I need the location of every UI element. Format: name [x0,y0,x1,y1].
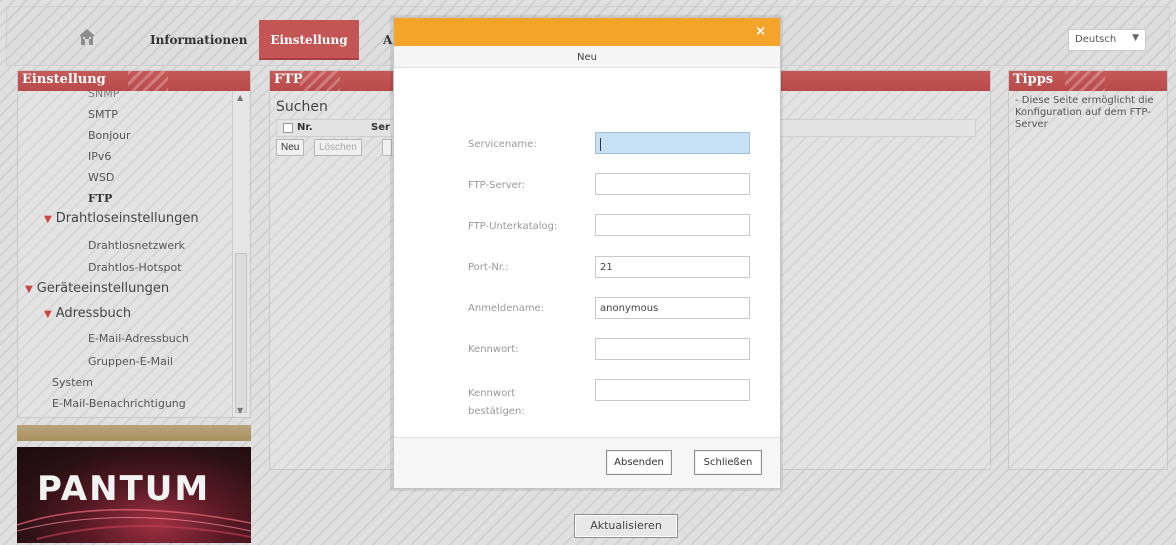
nav-tab-informationen[interactable]: Informationen [150,33,248,47]
decorative-bar [17,425,251,441]
ftp-subdirectory-input[interactable] [595,214,750,236]
tree-item-drahtloseinstellungen[interactable]: ▼ Drahtloseinstellungen [44,211,199,226]
settings-tree: SNMP SMTP Bonjour IPv6 WSD FTP ▼ Drahtlos… [18,91,232,417]
login-name-label: Anmeldename: [468,303,545,314]
chevron-down-icon: ▼ [1132,33,1139,43]
tree-item-ftp[interactable]: FTP [88,192,112,205]
submit-button[interactable]: Absenden [606,450,672,475]
nav-tab-einstellung[interactable]: Einstellung [259,20,359,60]
tree-item-drahtlos-hotspot[interactable]: Drahtlos-Hotspot [88,261,182,274]
confirm-password-label: Kennwort bestätigen: [468,388,525,417]
ftp-subdirectory-label: FTP-Unterkatalog: [468,221,558,232]
tree-item-system[interactable]: System [52,376,93,389]
tree-item-label: Drahtloseinstellungen [55,211,199,226]
ftp-server-input[interactable] [595,173,750,195]
tree-item-smtp[interactable]: SMTP [88,108,118,121]
header-stripe [300,71,340,91]
tree-item-ipv6[interactable]: IPv6 [88,150,111,163]
scroll-thumb[interactable] [235,253,247,413]
close-button[interactable]: Schließen [694,450,762,475]
tree-item-bonjour[interactable]: Bonjour [88,129,131,142]
column-header-service: Ser [371,122,390,133]
login-name-input[interactable]: anonymous [595,297,750,319]
dialog-footer: Absenden Schließen [394,437,780,488]
port-input[interactable]: 21 [595,256,750,278]
tree-item-wsd[interactable]: WSD [88,171,114,184]
header-stripe [1065,71,1105,91]
language-select[interactable]: Deutsch ▼ [1068,29,1146,51]
confirm-password-input[interactable] [595,379,750,401]
tree-item-label: Geräteeinstellungen [36,281,170,296]
servicename-input[interactable] [595,132,750,154]
servicename-label: Servicename: [468,139,537,150]
tree-item-geraeteeinstellungen[interactable]: ▼ Geräteeinstellungen [25,281,169,296]
language-value: Deutsch [1075,34,1117,45]
ftp-server-label: FTP-Server: [468,180,526,191]
tipps-text: - Diese Seite ermöglicht die Konfigurati… [1015,95,1154,130]
new-button[interactable]: Neu [276,139,305,156]
settings-nav-title: Einstellung [22,72,106,87]
dialog-title: Neu [394,46,780,68]
settings-scrollbar[interactable]: ▲ ▼ [232,91,249,417]
tree-item-email-benachrichtigung[interactable]: E-Mail-Benachrichtigung [52,397,186,410]
tree-item-label: Adressbuch [55,306,132,321]
settings-nav-header: Einstellung [18,71,250,91]
delete-button[interactable]: Löschen [314,139,362,156]
search-label: Suchen [276,99,328,115]
home-icon[interactable] [78,28,96,46]
port-label: Port-Nr.: [468,262,509,273]
scroll-up-icon[interactable]: ▲ [237,93,243,102]
tree-item-adressbuch[interactable]: ▼ Adressbuch [44,306,131,321]
close-icon[interactable]: × [755,24,766,39]
tipps-panel-header: Tipps [1009,71,1167,91]
brand-logo-box: PANTUM [17,447,251,543]
tipps-panel: Tipps - Diese Seite ermöglicht die Konfi… [1008,70,1168,470]
tipps-panel-title: Tipps [1013,72,1054,87]
header-stripe [128,71,168,91]
dialog-titlebar: × [394,18,780,46]
new-ftp-dialog: × Neu Servicename: FTP-Server: FTP-Unter… [393,17,781,489]
password-label: Kennwort: [468,344,519,355]
tree-item-email-adressbuch[interactable]: E-Mail-Adressbuch [88,332,189,345]
expand-arrow-icon: ▼ [44,214,52,225]
settings-nav-panel: Einstellung SNMP SMTP Bonjour IPv6 WSD F… [17,70,251,418]
tree-item-gruppen-email[interactable]: Gruppen-E-Mail [88,355,173,368]
logo-swoosh-graphic [17,509,251,540]
tree-item-drahtlosnetzwerk[interactable]: Drahtlosnetzwerk [88,239,185,252]
refresh-button[interactable]: Aktualisieren [574,514,678,538]
password-input[interactable] [595,338,750,360]
scroll-down-icon[interactable]: ▼ [237,406,243,415]
ftp-panel-title: FTP [274,72,303,87]
expand-arrow-icon: ▼ [25,284,33,295]
text-caret [600,138,601,151]
expand-arrow-icon: ▼ [44,309,52,320]
column-header-nr: Nr. [297,122,313,133]
tree-item-snmp[interactable]: SNMP [88,91,119,100]
select-all-checkbox[interactable] [283,123,293,133]
